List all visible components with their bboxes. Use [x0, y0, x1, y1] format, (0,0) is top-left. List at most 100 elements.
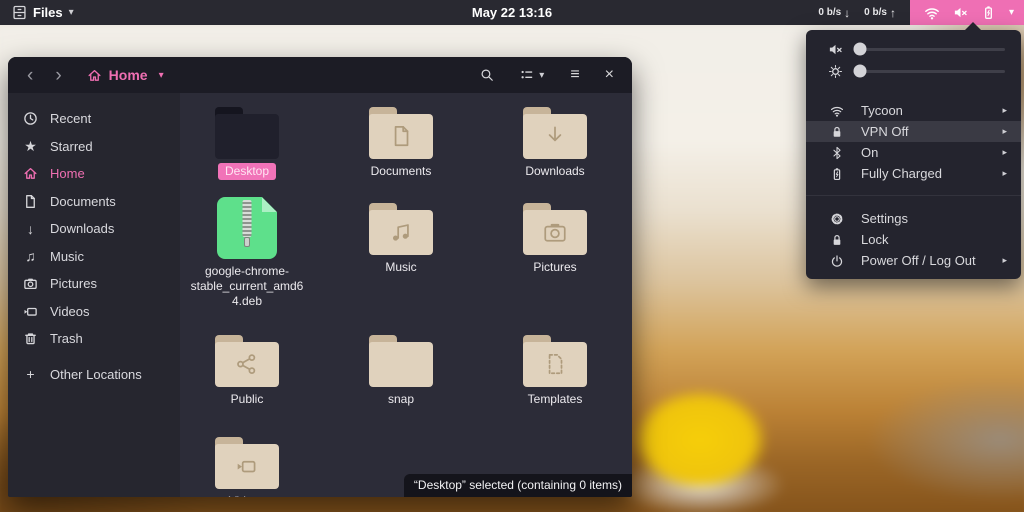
gear-icon: [831, 213, 843, 224]
volume-slider[interactable]: [853, 42, 1005, 56]
search-icon: [481, 69, 494, 81]
sidebar-item-documents[interactable]: Documents: [8, 188, 180, 216]
submenu-arrow-icon: ▸: [1002, 147, 1007, 157]
file-item-deb-package[interactable]: google-chrome-stable_current_amd64.deb: [184, 197, 310, 309]
camera-icon: [24, 278, 37, 290]
document-icon: [26, 194, 35, 208]
file-item-pictures[interactable]: Pictures: [492, 197, 618, 275]
folder-icon: [523, 203, 587, 255]
menu-item-label: VPN Off: [861, 124, 909, 139]
file-label: snap: [387, 392, 415, 406]
window-headerbar[interactable]: ‹ › Home ▾ ▾ ≡ ×: [8, 57, 632, 93]
close-button[interactable]: ×: [597, 64, 622, 86]
brightness-slider-row: [806, 60, 1021, 82]
vpn-lock-icon: [833, 126, 841, 137]
file-item-documents[interactable]: Documents: [338, 107, 464, 179]
search-button[interactable]: [471, 63, 503, 87]
menu-item-bluetooth[interactable]: On ▸: [806, 142, 1021, 163]
chevron-down-icon: ▾: [68, 7, 74, 18]
breadcrumb-label: Home: [108, 67, 148, 83]
brightness-slider[interactable]: [853, 64, 1005, 78]
sidebar-item-starred[interactable]: ★ Starred: [8, 133, 180, 161]
battery-icon: [985, 6, 992, 19]
menu-item-battery[interactable]: Fully Charged ▸: [806, 163, 1021, 184]
file-label: google-chrome-stable_current_amd64.deb: [190, 264, 304, 308]
menu-item-power[interactable]: Power Off / Log Out ▸: [806, 250, 1021, 271]
menu-item-vpn[interactable]: VPN Off ▸: [806, 121, 1021, 142]
desktop-screen: Files ▾ May 22 13:16 0 b/s ↓ 0 b/s ↑ ▾ ‹…: [0, 0, 1024, 512]
document-glyph-icon: [394, 126, 409, 147]
file-item-templates[interactable]: Templates: [492, 335, 618, 407]
menu-item-lock[interactable]: Lock: [806, 229, 1021, 250]
files-app-icon: [13, 5, 26, 20]
sidebar-item-home[interactable]: Home: [8, 160, 180, 188]
breadcrumb-home[interactable]: Home ▾: [87, 67, 164, 83]
sidebar-item-label: Pictures: [50, 276, 97, 292]
sidebar-item-label: Trash: [50, 331, 83, 347]
back-button[interactable]: ‹: [18, 66, 42, 85]
file-label: Music: [385, 260, 417, 274]
submenu-arrow-icon: ▸: [1002, 126, 1007, 136]
file-item-desktop[interactable]: Desktop: [184, 107, 310, 180]
sidebar: Recent ★ Starred Home Documents ↓ Downlo…: [8, 93, 180, 497]
system-menu: Tycoon ▸ VPN Off ▸ On ▸ Fully Charged ▸ …: [806, 22, 1021, 279]
file-item-snap[interactable]: snap: [338, 335, 464, 407]
sidebar-item-videos[interactable]: Videos: [8, 298, 180, 326]
brightness-slider-knob[interactable]: [853, 64, 866, 78]
net-speed-up: 0 b/s ↑: [864, 6, 896, 20]
app-menu-files[interactable]: Files ▾: [0, 0, 86, 25]
popup-arrow: [964, 22, 982, 31]
sidebar-item-music[interactable]: ♫ Music: [8, 243, 180, 271]
sidebar-item-pictures[interactable]: Pictures: [8, 270, 180, 298]
list-view-icon: [521, 70, 533, 79]
status-bar: “Desktop” selected (containing 0 items): [403, 474, 632, 497]
brightness-icon: [828, 64, 843, 78]
bluetooth-icon: [833, 146, 841, 159]
sidebar-item-recent[interactable]: Recent: [8, 105, 180, 133]
down-arrow-icon: ↓: [844, 5, 851, 20]
sidebar-item-label: Starred: [50, 138, 93, 154]
sidebar-item-trash[interactable]: Trash: [8, 325, 180, 353]
chevron-down-icon: ▾: [539, 69, 545, 81]
file-item-downloads[interactable]: Downloads: [492, 107, 618, 179]
chevron-down-icon: ▾: [1008, 7, 1014, 18]
folder-icon: [523, 335, 587, 387]
clock-icon: [24, 112, 37, 126]
folder-icon: [523, 107, 587, 159]
view-toggle-button[interactable]: ▾: [511, 63, 553, 87]
app-menu-label: Files: [33, 5, 63, 20]
file-item-music[interactable]: Music: [338, 197, 464, 275]
star-icon: ★: [24, 138, 37, 155]
file-grid: Desktop Documents Downloads google-chrom…: [180, 93, 632, 497]
wifi-icon: [925, 7, 939, 19]
volume-slider-knob[interactable]: [853, 42, 866, 56]
sidebar-item-downloads[interactable]: ↓ Downloads: [8, 215, 180, 243]
menu-item-label: Fully Charged: [861, 166, 942, 181]
video-glyph-icon: [237, 460, 256, 473]
forward-button[interactable]: ›: [46, 66, 70, 85]
file-label: Documents: [370, 164, 432, 178]
menu-item-wifi-network[interactable]: Tycoon ▸: [806, 100, 1021, 121]
archive-file-icon: [217, 197, 277, 259]
menu-item-label: Settings: [861, 211, 908, 226]
sidebar-item-label: Videos: [50, 303, 90, 319]
volume-slider-row: [806, 38, 1021, 60]
page-fold: [262, 197, 277, 212]
menu-item-label: Tycoon: [861, 103, 903, 118]
folder-icon: [369, 107, 433, 159]
file-item-public[interactable]: Public: [184, 335, 310, 407]
file-label-selected: Desktop: [217, 163, 277, 180]
submenu-arrow-icon: ▸: [1002, 105, 1007, 115]
plus-icon: +: [26, 366, 35, 383]
music-icon: ♫: [25, 248, 36, 265]
template-glyph-icon: [548, 354, 563, 375]
window-menu-button[interactable]: ≡: [561, 61, 588, 89]
download-icon: ↓: [27, 220, 34, 237]
file-item-videos[interactable]: Videos: [184, 437, 310, 497]
menu-item-settings[interactable]: Settings: [806, 208, 1021, 229]
net-speed-down: 0 b/s ↓: [818, 6, 850, 20]
sidebar-item-other-locations[interactable]: + Other Locations: [8, 361, 180, 389]
close-icon: ×: [604, 66, 614, 83]
home-icon: [24, 168, 37, 180]
chevron-down-icon: ▾: [158, 69, 164, 81]
